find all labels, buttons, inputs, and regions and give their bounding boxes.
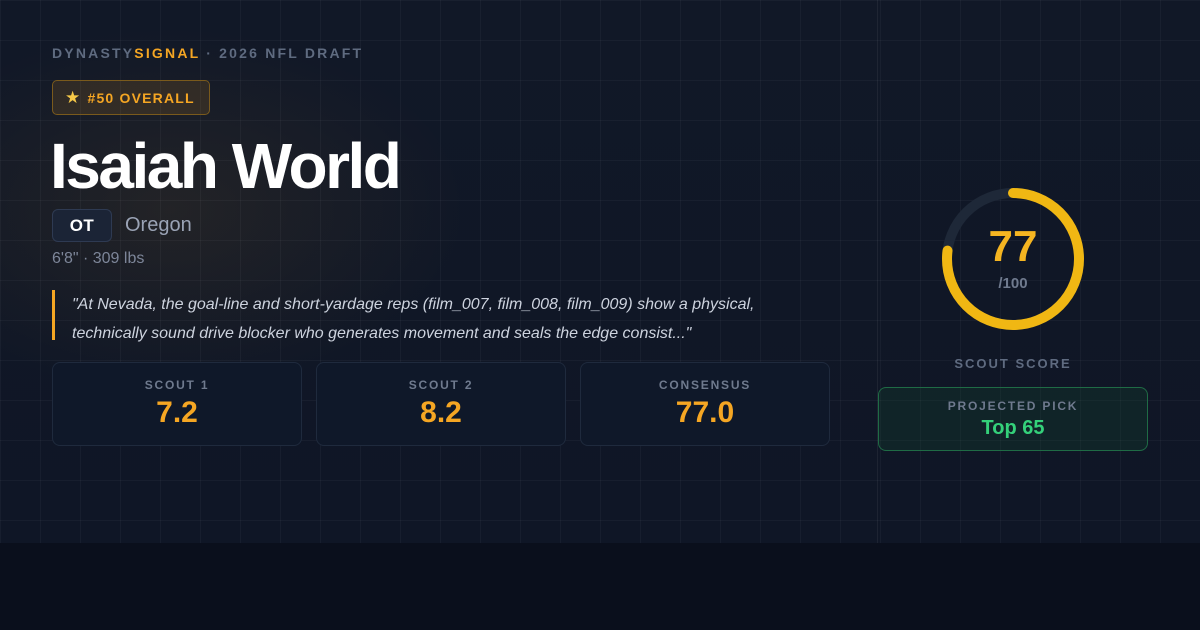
draft-subtitle: · 2026 NFL DRAFT [200, 45, 364, 61]
brand-primary: DYNASTY [52, 45, 135, 61]
stat-label: SCOUT 2 [408, 378, 474, 392]
brand-accent: SIGNAL [134, 45, 201, 61]
projected-pick-value: Top 65 [981, 417, 1045, 439]
stat-scout-2: SCOUT 2 8.2 [316, 362, 566, 446]
stat-value: 7.2 [156, 396, 198, 429]
position-badge: OT [52, 209, 112, 242]
panel-divider [877, 0, 878, 543]
stat-scout-1: SCOUT 1 7.2 [52, 362, 302, 446]
scout-score-value: 77 [988, 222, 1038, 271]
player-name: Isaiah World [50, 130, 402, 202]
prospect-card: DYNASTYSIGNAL · 2026 NFL DRAFT ★ #50 OVE… [0, 0, 1200, 543]
projected-pick-box: PROJECTED PICK Top 65 [878, 387, 1148, 451]
star-icon: ★ [65, 88, 82, 107]
scout-score-label: SCOUT SCORE [954, 356, 1072, 371]
stat-value: 77.0 [675, 396, 735, 429]
overall-rank-badge: ★ #50 OVERALL [52, 80, 210, 115]
school-name: Oregon [125, 214, 192, 236]
stat-consensus: CONSENSUS 77.0 [580, 362, 830, 446]
stat-label: CONSENSUS [658, 378, 752, 392]
stat-label: SCOUT 1 [144, 378, 210, 392]
projected-pick-label: PROJECTED PICK [947, 399, 1079, 413]
stat-value: 8.2 [420, 396, 462, 429]
measurables: 6'8" · 309 lbs [52, 250, 145, 267]
brand-header: DYNASTYSIGNAL · 2026 NFL DRAFT [52, 45, 363, 61]
scouting-quote: "At Nevada, the goal-line and short-yard… [52, 290, 812, 342]
scout-score-gauge: 77 /100 [939, 185, 1087, 333]
scout-score-max: /100 [998, 275, 1028, 292]
overall-rank-label: #50 OVERALL [87, 89, 195, 106]
